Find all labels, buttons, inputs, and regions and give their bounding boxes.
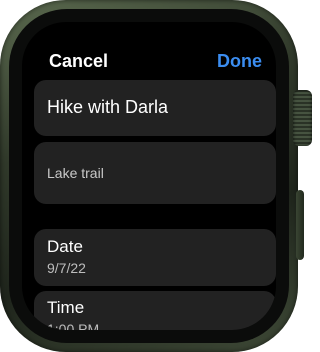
cancel-button[interactable]: Cancel [49,48,108,74]
event-location-field[interactable]: Lake trail [34,142,276,204]
digital-crown[interactable] [293,90,312,146]
watch-screen: Cancel Done Hike with Darla Lake trail D… [22,22,276,330]
event-location-text: Lake trail [47,165,104,181]
topbar: Cancel Done [22,48,276,74]
time-value: 1:00 PM [47,321,100,330]
event-title-text: Hike with Darla [47,97,169,117]
watch-device: Cancel Done Hike with Darla Lake trail D… [0,0,312,352]
date-field[interactable]: Date 9/7/22 [34,229,276,286]
done-button[interactable]: Done [217,48,262,74]
side-button[interactable] [296,190,304,260]
event-title-field[interactable]: Hike with Darla [34,80,276,136]
time-label: Time [47,298,85,317]
date-value: 9/7/22 [47,260,86,276]
time-field[interactable]: Time 1:00 PM [34,291,276,330]
date-label: Date [47,237,83,256]
